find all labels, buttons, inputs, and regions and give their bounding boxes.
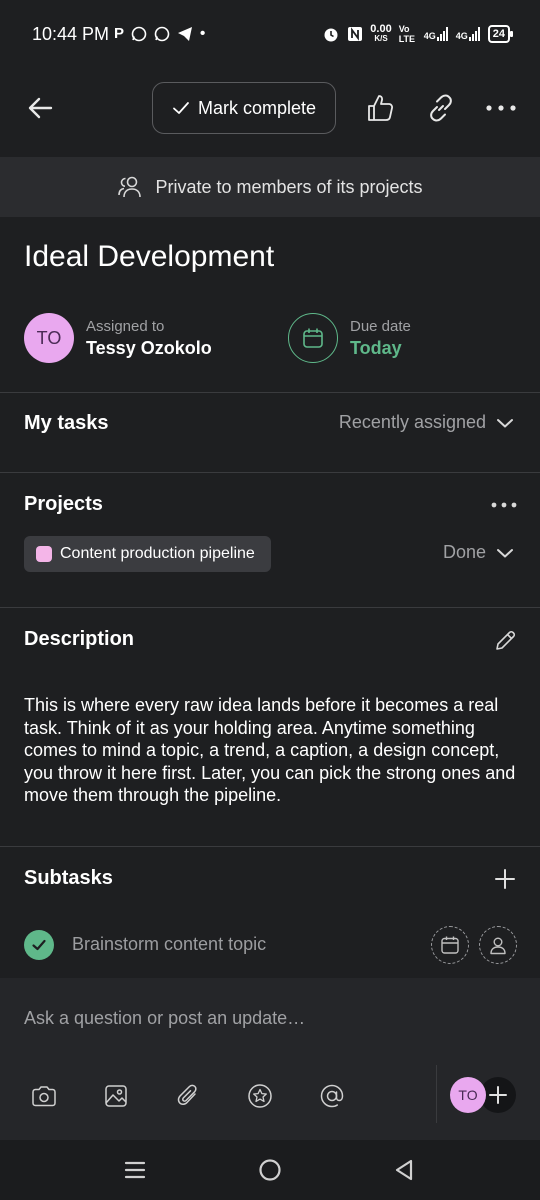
my-tasks-section-value: Recently assigned bbox=[338, 412, 486, 432]
triangle-back-icon bbox=[395, 1159, 413, 1181]
net-speed: 0.00 K/S bbox=[370, 23, 392, 44]
check-icon bbox=[32, 939, 46, 951]
divider bbox=[0, 607, 540, 608]
menu-lines-icon bbox=[124, 1161, 146, 1179]
due-date-field[interactable]: Due date Today bbox=[288, 312, 488, 364]
subtask-due-date-button[interactable] bbox=[431, 926, 469, 964]
comment-input[interactable]: Ask a question or post an update… bbox=[24, 1008, 305, 1029]
link-icon bbox=[430, 94, 452, 122]
due-date-value: Today bbox=[350, 337, 402, 358]
status-time: 10:44 PM bbox=[32, 24, 110, 44]
home-circle-icon bbox=[259, 1159, 281, 1181]
description-text[interactable]: This is where every raw idea lands befor… bbox=[24, 694, 516, 807]
divider bbox=[0, 392, 540, 393]
image-icon bbox=[105, 1085, 127, 1107]
recent-apps-button[interactable] bbox=[113, 1150, 157, 1190]
project-section-value: Done bbox=[442, 542, 486, 562]
signal-icon: 4G bbox=[424, 27, 449, 41]
person-icon bbox=[490, 937, 506, 955]
p-app-icon: P bbox=[114, 25, 125, 42]
star-badge-icon bbox=[248, 1084, 272, 1108]
assignee-field[interactable]: TO Assigned to Tessy Ozokolo bbox=[24, 312, 264, 364]
whatsapp-business-icon bbox=[154, 26, 170, 42]
status-system-icons: 0.00 K/S Vo LTE 4G 4G 24 bbox=[322, 23, 514, 44]
assignee-avatar: TO bbox=[24, 313, 74, 363]
plus-icon bbox=[495, 869, 515, 889]
project-chip[interactable]: Content production pipeline bbox=[24, 536, 271, 572]
arrow-left-icon bbox=[28, 97, 53, 119]
subtask-name[interactable]: Brainstorm content topic bbox=[72, 934, 266, 955]
more-horizontal-icon bbox=[491, 502, 517, 508]
status-notification-icons: P • bbox=[114, 25, 205, 42]
check-icon bbox=[173, 102, 189, 114]
chevron-down-icon bbox=[497, 418, 513, 427]
attach-button[interactable] bbox=[168, 1076, 208, 1116]
nfc-icon bbox=[347, 26, 363, 42]
collaborator-avatar[interactable]: TO bbox=[450, 1077, 486, 1113]
like-button[interactable] bbox=[360, 88, 400, 128]
projects-more-button[interactable] bbox=[486, 496, 522, 514]
system-back-button[interactable] bbox=[382, 1150, 426, 1190]
project-name: Content production pipeline bbox=[60, 545, 255, 562]
battery-icon: 24 bbox=[487, 25, 514, 43]
toolbar-separator bbox=[436, 1065, 437, 1123]
thumbs-up-icon bbox=[368, 95, 393, 121]
project-section-dropdown[interactable]: Done bbox=[443, 542, 514, 563]
at-sign-icon bbox=[320, 1084, 344, 1108]
alarm-icon bbox=[322, 25, 340, 43]
chevron-down-icon bbox=[497, 548, 513, 557]
pencil-icon bbox=[496, 630, 516, 650]
mention-button[interactable] bbox=[312, 1076, 352, 1116]
divider bbox=[0, 472, 540, 473]
whatsapp-icon bbox=[131, 26, 147, 42]
projects-label: Projects bbox=[24, 493, 103, 515]
edit-description-button[interactable] bbox=[488, 624, 522, 658]
description-label: Description bbox=[24, 628, 135, 650]
mark-complete-button[interactable]: Mark complete bbox=[152, 82, 336, 134]
signal-icon-2: 4G bbox=[456, 27, 481, 41]
copy-link-button[interactable] bbox=[421, 88, 461, 128]
gallery-button[interactable] bbox=[96, 1076, 136, 1116]
my-tasks-label: My tasks bbox=[24, 412, 109, 434]
camera-button[interactable] bbox=[24, 1076, 64, 1116]
calendar-icon bbox=[303, 328, 323, 348]
telegram-icon bbox=[177, 26, 193, 42]
home-button[interactable] bbox=[248, 1150, 292, 1190]
appreciation-button[interactable] bbox=[240, 1076, 280, 1116]
volte-icon: Vo LTE bbox=[398, 24, 416, 44]
task-title[interactable]: Ideal Development bbox=[24, 240, 274, 274]
subtask-assignee-button[interactable] bbox=[479, 926, 517, 964]
more-horizontal-icon bbox=[486, 105, 516, 111]
paperclip-icon bbox=[177, 1084, 197, 1106]
back-button[interactable] bbox=[20, 88, 60, 128]
calendar-icon bbox=[441, 936, 459, 954]
assignee-label: Assigned to bbox=[86, 317, 165, 335]
plus-icon bbox=[489, 1086, 507, 1104]
mark-complete-label: Mark complete bbox=[197, 97, 317, 118]
due-date-circle bbox=[288, 313, 338, 363]
add-subtask-button[interactable] bbox=[488, 862, 522, 896]
due-date-label: Due date bbox=[350, 317, 411, 335]
project-color-swatch bbox=[36, 546, 52, 562]
assignee-name: Tessy Ozokolo bbox=[86, 337, 212, 358]
subtask-row[interactable]: Brainstorm content topic bbox=[0, 914, 540, 976]
my-tasks-section-dropdown[interactable]: Recently assigned bbox=[339, 412, 514, 433]
subtasks-label: Subtasks bbox=[24, 867, 113, 889]
more-options-button[interactable] bbox=[481, 88, 521, 128]
members-icon bbox=[118, 176, 142, 198]
camera-icon bbox=[32, 1086, 56, 1107]
subtask-complete-toggle[interactable] bbox=[24, 930, 54, 960]
privacy-banner: Private to members of its projects bbox=[0, 157, 540, 217]
privacy-text: Private to members of its projects bbox=[155, 176, 423, 197]
dot-indicator: • bbox=[200, 25, 206, 42]
divider bbox=[0, 846, 540, 847]
